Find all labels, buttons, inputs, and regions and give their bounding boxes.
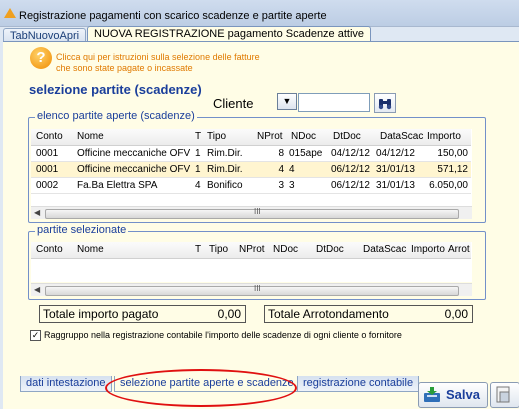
table-row[interactable]: 0002 Fa.Ba Elettra SPA 4 Bonifico 3 3 06… [31, 178, 471, 194]
cell-t: 1 [195, 164, 201, 175]
col-datascad[interactable]: DataScac [380, 131, 423, 142]
cell-importo: 571,12 [437, 164, 468, 175]
window-titlebar: Registrazione pagamenti con scarico scad… [0, 0, 519, 27]
cell-conto: 0001 [36, 148, 59, 159]
top-tabstrip: TabNuovoApri NUOVA REGISTRAZIONE pagamen… [0, 26, 519, 43]
app-icon [4, 8, 16, 18]
selected-items-header: Conto Nome T Tipo NProt NDoc DtDoc DataS… [31, 242, 471, 259]
cell-datascad: 31/01/13 [376, 164, 415, 175]
cell-t: 4 [195, 180, 201, 191]
col-importo[interactable]: Importo [411, 244, 445, 255]
cell-tipo: Bonifico [207, 180, 243, 191]
save-button[interactable]: Salva [418, 382, 488, 408]
cell-importo: 6.050,00 [429, 180, 468, 191]
totale-pagato-box: Totale importo pagato 0,00 [39, 305, 246, 323]
col-ndoc[interactable]: NDoc [291, 131, 316, 142]
col-nome[interactable]: Nome [77, 244, 104, 255]
cell-dtdoc: 06/12/12 [331, 180, 370, 191]
cliente-dropdown-button[interactable]: ▼ [277, 93, 297, 110]
open-items-title: elenco partite aperte (scadenze) [35, 110, 197, 122]
cell-nome: Fa.Ba Elettra SPA [77, 180, 158, 191]
totale-arrot-label: Totale Arrotondamento [268, 307, 389, 321]
window-title: Registrazione pagamenti con scarico scad… [19, 10, 327, 22]
col-nprot[interactable]: NProt [257, 131, 283, 142]
selected-items-hscrollbar[interactable]: ◀ III [31, 283, 472, 296]
cell-dtdoc: 06/12/12 [331, 164, 370, 175]
cell-ndoc: 015ape [289, 148, 323, 159]
scroll-thumb[interactable] [45, 286, 459, 296]
cell-conto: 0001 [36, 164, 59, 175]
search-cliente-button[interactable] [374, 93, 396, 113]
binoculars-icon [378, 99, 392, 110]
col-t[interactable]: T [195, 131, 201, 142]
cell-ndoc: 4 [289, 164, 295, 175]
tab-dati-intestazione[interactable]: dati intestazione [20, 376, 112, 392]
open-items-table[interactable]: Conto Nome T Tipo NProt NDoc DtDoc DataS… [31, 129, 472, 206]
grouping-checkbox[interactable]: ✓ [30, 330, 41, 341]
scroll-left-icon[interactable]: ◀ [34, 208, 40, 217]
selected-items-table[interactable]: Conto Nome T Tipo NProt NDoc DtDoc DataS… [31, 242, 472, 282]
col-dtdoc[interactable]: DtDoc [316, 244, 344, 255]
help-link[interactable]: Clicca qui per istruzioni sulla selezion… [56, 52, 266, 74]
save-icon [424, 387, 440, 402]
cell-datascad: 31/01/13 [376, 180, 415, 191]
cell-dtdoc: 04/12/12 [331, 148, 370, 159]
col-tipo[interactable]: Tipo [209, 244, 228, 255]
open-items-header: Conto Nome T Tipo NProt NDoc DtDoc DataS… [31, 129, 471, 146]
help-icon[interactable]: ? [30, 47, 52, 69]
tab-selezione-partite[interactable]: selezione partite aperte e scadenze [114, 376, 300, 392]
col-datascad[interactable]: DataScac [363, 244, 406, 255]
table-row[interactable]: 0001 Officine meccaniche OFV 1 Rim.Dir. … [31, 146, 471, 162]
scroll-thumb[interactable] [45, 209, 459, 219]
totale-arrot-value: 0,00 [444, 307, 468, 321]
cliente-input[interactable] [298, 93, 370, 112]
cell-nome: Officine meccaniche OFV [77, 164, 191, 175]
cliente-label: Cliente [213, 96, 254, 111]
col-conto[interactable]: Conto [36, 244, 63, 255]
col-t[interactable]: T [195, 244, 201, 255]
totale-pagato-value: 0,00 [217, 307, 241, 321]
col-importo[interactable]: Importo [427, 131, 461, 142]
tab-registrazione-contabile[interactable]: registrazione contabile [297, 376, 420, 392]
cell-nprot: 3 [278, 180, 284, 191]
scroll-left-icon[interactable]: ◀ [34, 285, 40, 294]
cell-importo: 150,00 [437, 148, 468, 159]
col-nprot[interactable]: NProt [239, 244, 265, 255]
table-row[interactable]: 0001 Officine meccaniche OFV 1 Rim.Dir. … [31, 162, 471, 178]
document-icon [496, 386, 510, 403]
cell-datascad: 04/12/12 [376, 148, 415, 159]
cell-tipo: Rim.Dir. [207, 164, 243, 175]
scroll-grip: III [254, 284, 261, 293]
selected-items-title: partite selezionate [35, 224, 129, 236]
col-dtdoc[interactable]: DtDoc [333, 131, 361, 142]
cell-t: 1 [195, 148, 201, 159]
totale-arrot-box: Totale Arrotondamento 0,00 [264, 305, 473, 323]
section-title: selezione partite (scadenze) [29, 82, 202, 97]
cell-ndoc: 3 [289, 180, 295, 191]
cell-nome: Officine meccaniche OFV [77, 148, 191, 159]
save-label: Salva [446, 387, 480, 402]
col-arrot[interactable]: Arrot [448, 244, 470, 255]
col-nome[interactable]: Nome [77, 131, 104, 142]
col-ndoc[interactable]: NDoc [273, 244, 298, 255]
scroll-grip: III [254, 207, 261, 216]
cell-nprot: 4 [278, 164, 284, 175]
cell-conto: 0002 [36, 180, 59, 191]
extra-button[interactable] [490, 382, 519, 408]
col-conto[interactable]: Conto [36, 131, 63, 142]
cell-tipo: Rim.Dir. [207, 148, 243, 159]
totale-pagato-label: Totale importo pagato [43, 307, 159, 321]
open-items-hscrollbar[interactable]: ◀ III [31, 206, 472, 219]
grouping-label: Raggruppo nella registrazione contabile … [44, 330, 402, 340]
col-tipo[interactable]: Tipo [207, 131, 226, 142]
cell-nprot: 8 [278, 148, 284, 159]
